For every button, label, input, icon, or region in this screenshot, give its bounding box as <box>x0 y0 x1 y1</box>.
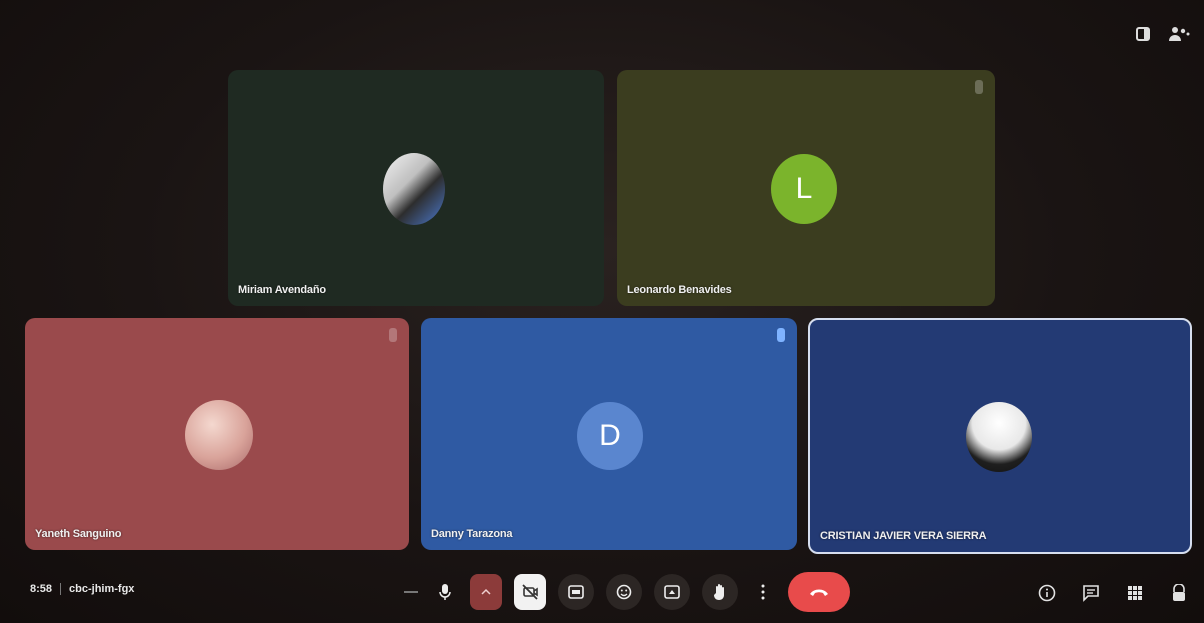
avatar: L <box>771 154 837 224</box>
activities-icon[interactable] <box>1124 583 1146 603</box>
meeting-code: cbc-jhim-fgx <box>69 583 135 595</box>
camera-off-icon[interactable] <box>514 574 546 610</box>
hangup-icon[interactable] <box>788 572 850 612</box>
side-panel-toolbar <box>1036 583 1190 603</box>
call-controls <box>404 572 850 612</box>
info-icon[interactable] <box>1036 583 1058 603</box>
participant-tile[interactable]: CRISTIAN JAVIER VERA SIERRA <box>808 318 1192 554</box>
participant-name: CRISTIAN JAVIER VERA SIERRA <box>820 530 987 542</box>
meeting-info: 8:58 cbc-jhim-fgx <box>30 583 134 595</box>
present-icon[interactable] <box>654 574 690 610</box>
meeting-time: 8:58 <box>30 583 53 595</box>
meeting-stage: Miriam Avendaño L Leonardo Benavides Yan… <box>0 0 1204 623</box>
speaking-icon <box>777 328 785 342</box>
avatar: D <box>577 402 643 470</box>
more-options-icon[interactable] <box>750 574 776 610</box>
participant-name: Danny Tarazona <box>431 528 513 540</box>
emoji-icon[interactable] <box>606 574 642 610</box>
chat-icon[interactable] <box>1080 583 1102 603</box>
microphone-icon[interactable] <box>432 574 458 610</box>
muted-icon <box>975 80 983 94</box>
participant-tile[interactable]: Miriam Avendaño <box>228 70 604 306</box>
host-controls-icon[interactable] <box>1168 583 1190 603</box>
avatar <box>383 153 445 225</box>
muted-icon <box>389 328 397 342</box>
expand-icon[interactable] <box>470 574 502 610</box>
raise-hand-icon[interactable] <box>702 574 738 610</box>
participants-panel-icon[interactable] <box>1132 24 1154 44</box>
top-right-toolbar <box>1132 24 1190 44</box>
divider <box>404 591 418 593</box>
participant-name: Leonardo Benavides <box>627 284 732 296</box>
participant-tile[interactable]: D Danny Tarazona <box>421 318 797 550</box>
captions-icon[interactable] <box>558 574 594 610</box>
participant-tile[interactable]: Yaneth Sanguino <box>25 318 409 550</box>
people-count-icon[interactable] <box>1168 24 1190 44</box>
avatar <box>185 400 253 470</box>
avatar <box>966 402 1032 472</box>
participant-name: Yaneth Sanguino <box>35 528 122 540</box>
participant-tile[interactable]: L Leonardo Benavides <box>617 70 995 306</box>
participant-name: Miriam Avendaño <box>238 284 326 296</box>
divider <box>60 583 62 595</box>
